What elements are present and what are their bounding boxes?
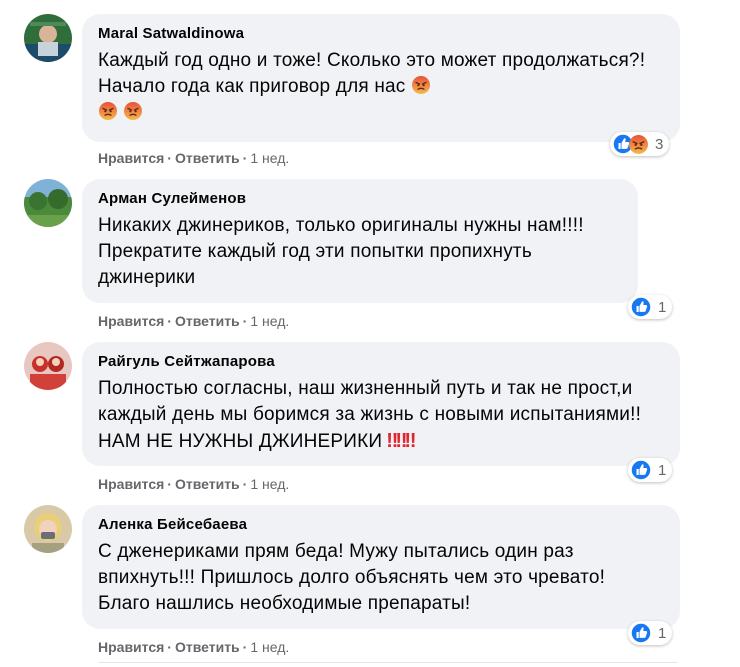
comment-author[interactable]: Арман Сулейменов xyxy=(98,189,622,209)
comment-text: Каждый год одно и тоже! Сколько это може… xyxy=(98,48,664,126)
comment-actions: Нравится · Ответить · 1 нед. xyxy=(98,150,290,166)
comment-timestamp[interactable]: 1 нед. xyxy=(250,150,289,166)
reaction-count: 1 xyxy=(658,298,667,316)
reply-link[interactable]: Ответить xyxy=(175,313,240,329)
comment-author[interactable]: Maral Satwaldinowa xyxy=(98,24,664,44)
comment-bubble: Арман Сулейменов Никаких джинериков, тол… xyxy=(82,179,638,303)
like-icon xyxy=(630,296,652,318)
avatar[interactable] xyxy=(24,342,72,390)
comment-timestamp[interactable]: 1 нед. xyxy=(250,476,289,492)
comment-timestamp[interactable]: 1 нед. xyxy=(250,639,289,655)
reaction-count: 3 xyxy=(655,135,664,153)
comment-text: Никаких джинериков, только оригиналы нуж… xyxy=(98,215,584,288)
double-exclamation-emoji: ‼‼‼ xyxy=(386,430,416,452)
reaction-summary[interactable]: 1 xyxy=(628,295,673,319)
avatar[interactable] xyxy=(24,14,72,62)
avatar[interactable] xyxy=(24,505,72,553)
comment-bubble: Maral Satwaldinowa Каждый год одно и тож… xyxy=(82,14,680,142)
angry-icon xyxy=(411,75,431,95)
like-link[interactable]: Нравится xyxy=(98,313,164,329)
reply-link[interactable]: Ответить xyxy=(175,476,240,492)
like-link[interactable]: Нравится xyxy=(98,150,164,166)
reaction-count: 1 xyxy=(658,461,667,479)
comment-text: Полностью согласны, наш жизненный путь и… xyxy=(98,378,642,452)
comment-bubble: Аленка Бейсебаева С дженериками прям бед… xyxy=(82,505,680,629)
comment-text: С дженериками прям беда! Мужу пытались о… xyxy=(98,541,606,614)
divider xyxy=(98,662,678,663)
angry-icon xyxy=(98,101,118,121)
angry-icon xyxy=(123,101,144,121)
comment-timestamp[interactable]: 1 нед. xyxy=(250,313,289,329)
comment-author[interactable]: Аленка Бейсебаева xyxy=(98,515,664,535)
like-link[interactable]: Нравится xyxy=(98,476,164,492)
reply-link[interactable]: Ответить xyxy=(175,639,240,655)
reaction-summary[interactable]: 1 xyxy=(628,621,673,645)
comment-actions: Нравится · Ответить · 1 нед. xyxy=(98,313,290,329)
reaction-summary[interactable]: 3 xyxy=(610,132,670,156)
reply-link[interactable]: Ответить xyxy=(175,150,240,166)
comment-actions: Нравится · Ответить · 1 нед. xyxy=(98,639,290,655)
reaction-summary[interactable]: 1 xyxy=(628,458,673,482)
comment-bubble: Райгуль Сейтжапарова Полностью согласны,… xyxy=(82,342,680,466)
like-icon xyxy=(630,459,652,481)
avatar[interactable] xyxy=(24,179,72,227)
comment-actions: Нравится · Ответить · 1 нед. xyxy=(98,476,290,492)
reaction-count: 1 xyxy=(658,624,667,642)
like-link[interactable]: Нравится xyxy=(98,639,164,655)
angry-icon xyxy=(628,133,649,155)
like-icon xyxy=(630,622,652,644)
comment-author[interactable]: Райгуль Сейтжапарова xyxy=(98,352,664,372)
